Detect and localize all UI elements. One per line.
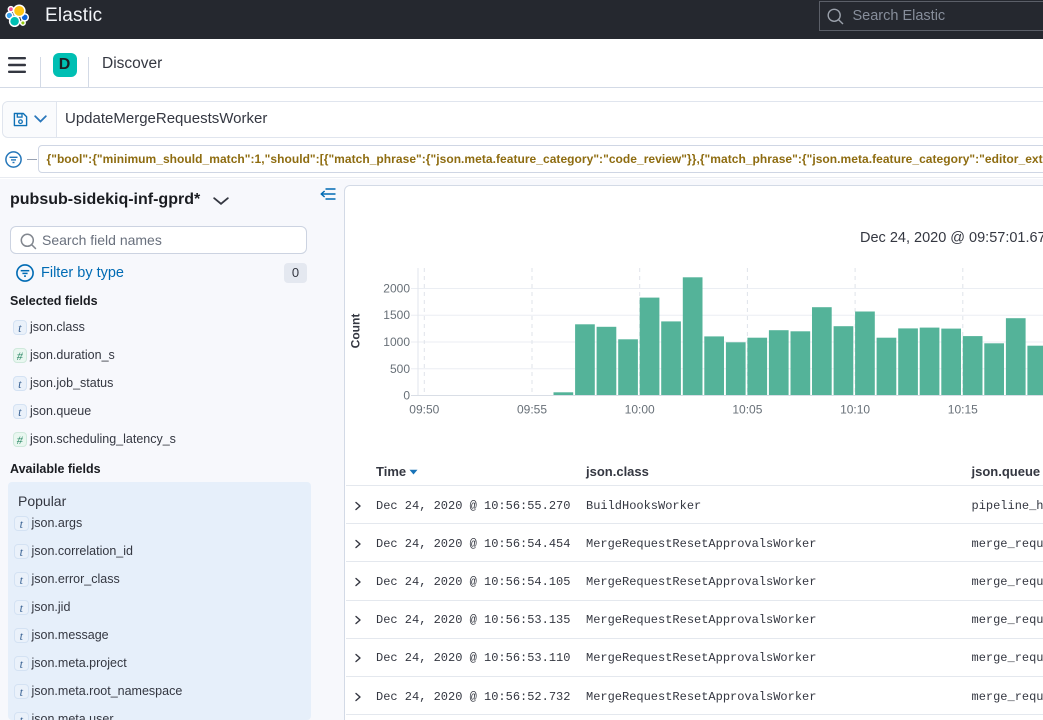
svg-text:10:15: 10:15 xyxy=(948,403,978,417)
svg-text:Count: Count xyxy=(349,314,363,349)
svg-text:1500: 1500 xyxy=(383,308,410,322)
svg-text:2000: 2000 xyxy=(383,282,410,296)
svg-text:500: 500 xyxy=(390,362,410,376)
svg-text:09:50: 09:50 xyxy=(409,403,439,417)
svg-text:1000: 1000 xyxy=(383,335,410,349)
svg-text:0: 0 xyxy=(403,389,410,403)
svg-text:10:00: 10:00 xyxy=(625,403,655,417)
svg-text:10:05: 10:05 xyxy=(732,403,762,417)
svg-text:10:10: 10:10 xyxy=(840,403,870,417)
svg-text:09:55: 09:55 xyxy=(517,403,547,417)
